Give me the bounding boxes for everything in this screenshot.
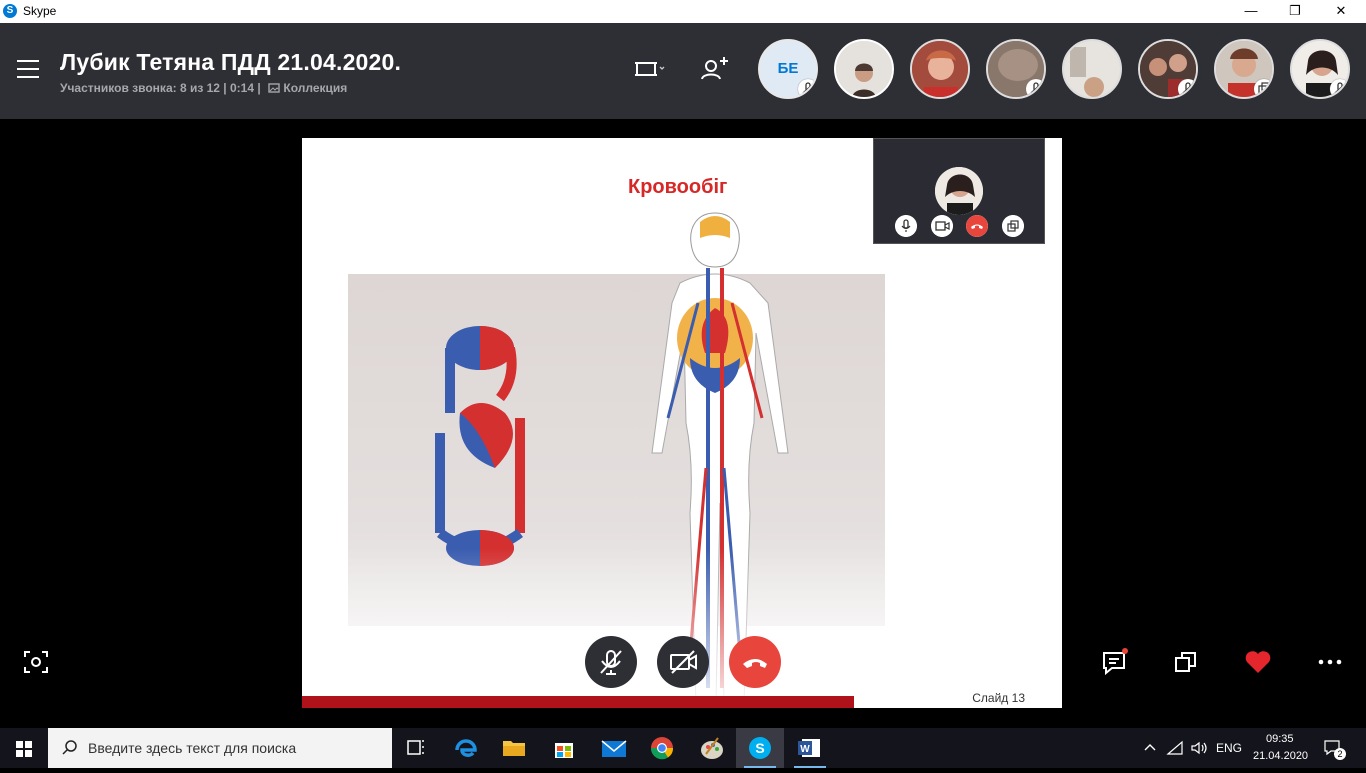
toggle-video-button[interactable] — [657, 636, 709, 688]
muted-icon — [1330, 79, 1348, 97]
mail-icon[interactable] — [590, 728, 638, 768]
store-icon[interactable] — [540, 728, 588, 768]
edge-browser-icon[interactable] — [442, 728, 490, 768]
call-header: Лубик Тетяна ПДД 21.04.2020. Участников … — [0, 23, 1366, 119]
window-title: Skype — [23, 4, 57, 18]
input-language[interactable]: ENG — [1216, 741, 1242, 755]
video-off-icon — [670, 650, 697, 674]
circulation-loop-illustration — [435, 326, 525, 566]
participant-avatar[interactable] — [986, 39, 1046, 99]
paint-icon[interactable] — [688, 728, 736, 768]
collection-link[interactable]: Коллекция — [268, 81, 347, 95]
call-subtitle: Участников звонка: 8 из 12 | 0:14 | Колл… — [60, 81, 347, 95]
file-explorer-icon[interactable] — [490, 728, 538, 768]
participant-avatar[interactable] — [910, 39, 970, 99]
self-switch-view-button[interactable] — [1002, 215, 1024, 237]
screen-share-icon — [1254, 79, 1272, 97]
task-view-icon[interactable] — [392, 728, 440, 768]
minimize-button[interactable]: — — [1228, 0, 1274, 23]
network-icon[interactable] — [1166, 740, 1184, 756]
taskbar-skype-app[interactable]: S — [736, 728, 784, 768]
chat-icon[interactable] — [1100, 648, 1128, 676]
close-button[interactable]: ✕ — [1318, 0, 1364, 23]
more-icon[interactable] — [1316, 648, 1344, 676]
skype-logo-icon: S — [3, 4, 17, 18]
add-participant-icon[interactable] — [698, 55, 730, 83]
participant-avatar[interactable] — [1214, 39, 1274, 99]
self-mic-button[interactable] — [895, 215, 917, 237]
participants-count: Участников звонка: 8 из 12 | 0:14 | — [60, 81, 261, 95]
windows-taskbar: Введите здесь текст для поиска S W ENG 0… — [0, 728, 1366, 768]
word-icon[interactable]: W — [786, 728, 834, 768]
camera-snapshot-icon[interactable] — [24, 650, 48, 674]
participant-avatar[interactable] — [1062, 39, 1122, 99]
window-title-bar: S Skype — ❐ ✕ — [0, 0, 1366, 23]
self-avatar — [935, 167, 983, 215]
screen-layout-icon[interactable] — [634, 55, 666, 83]
participant-avatar[interactable] — [834, 39, 894, 99]
search-placeholder: Введите здесь текст для поиска — [88, 740, 297, 756]
skype-icon: S — [744, 737, 776, 768]
slide-number: Слайд 13 — [972, 691, 1025, 705]
participant-avatar[interactable] — [1290, 39, 1350, 99]
self-view-panel[interactable] — [873, 138, 1045, 244]
windows-start-icon[interactable] — [0, 728, 48, 768]
muted-icon — [798, 79, 816, 97]
self-video-button[interactable] — [931, 215, 953, 237]
slide-title: Кровообіг — [628, 176, 728, 198]
svg-text:W: W — [800, 744, 810, 755]
end-call-button[interactable] — [729, 636, 781, 688]
muted-icon — [1026, 79, 1044, 97]
menu-icon[interactable] — [17, 60, 39, 80]
volume-icon[interactable] — [1190, 740, 1208, 756]
notification-count-badge: 2 — [1334, 748, 1346, 760]
heart-icon[interactable] — [1244, 648, 1272, 676]
taskbar-search-box[interactable]: Введите здесь текст для поиска — [48, 728, 392, 768]
search-icon — [62, 740, 77, 755]
self-end-call-button[interactable] — [966, 215, 988, 237]
svg-text:S: S — [755, 740, 764, 756]
participant-photo — [836, 41, 892, 97]
clock-time[interactable]: 09:35 — [1266, 733, 1294, 745]
participant-avatar[interactable] — [1138, 39, 1198, 99]
participant-photo — [912, 41, 968, 97]
chrome-icon[interactable] — [638, 728, 686, 768]
call-title: Лубик Тетяна ПДД 21.04.2020. — [60, 49, 402, 75]
clock-date[interactable]: 21.04.2020 — [1253, 750, 1308, 762]
participant-avatar[interactable]: БЕ — [758, 39, 818, 99]
slide-progress-bar — [302, 696, 854, 708]
gallery-icon — [268, 83, 280, 93]
participant-photo — [1064, 41, 1120, 97]
microphone-off-icon — [600, 650, 622, 675]
maximize-button[interactable]: ❐ — [1272, 0, 1318, 23]
switch-view-icon[interactable] — [1172, 648, 1200, 676]
mute-microphone-button[interactable] — [585, 636, 637, 688]
muted-icon — [1178, 79, 1196, 97]
chevron-up-icon[interactable] — [1142, 740, 1158, 756]
end-call-icon — [743, 659, 767, 668]
